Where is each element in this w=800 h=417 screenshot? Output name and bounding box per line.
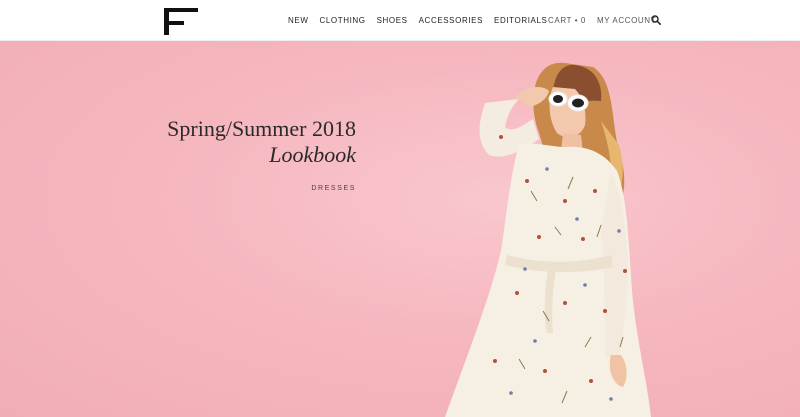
main-nav: NEW CLOTHING SHOES ACCESSORIES EDITORIAL…: [288, 16, 558, 25]
my-account-link[interactable]: MY ACCOUNT: [597, 16, 656, 25]
hero-title-line1: Spring/Summer 2018: [167, 116, 356, 141]
account-nav: CART • 0 MY ACCOUNT: [548, 16, 667, 25]
nav-item-editorials[interactable]: EDITORIALS: [494, 16, 547, 25]
search-icon[interactable]: [651, 15, 661, 25]
nav-item-shoes[interactable]: SHOES: [377, 16, 408, 25]
category-link-dresses[interactable]: DRESSES: [311, 185, 356, 192]
nav-item-new[interactable]: NEW: [288, 16, 308, 25]
cart-link[interactable]: CART • 0: [548, 16, 586, 25]
nav-item-clothing[interactable]: CLOTHING: [319, 16, 365, 25]
hero-background: [0, 41, 800, 417]
nav-item-accessories[interactable]: ACCESSORIES: [419, 16, 483, 25]
hero-title-line2: Lookbook: [269, 142, 356, 167]
hero-banner: Spring/Summer 2018 Lookbook DRESSES: [0, 41, 800, 417]
model-photo: [445, 62, 651, 417]
brand-logo[interactable]: [164, 8, 198, 35]
site-header: NEW CLOTHING SHOES ACCESSORIES EDITORIAL…: [0, 0, 800, 41]
hero-title: Spring/Summer 2018 Lookbook: [167, 116, 356, 168]
